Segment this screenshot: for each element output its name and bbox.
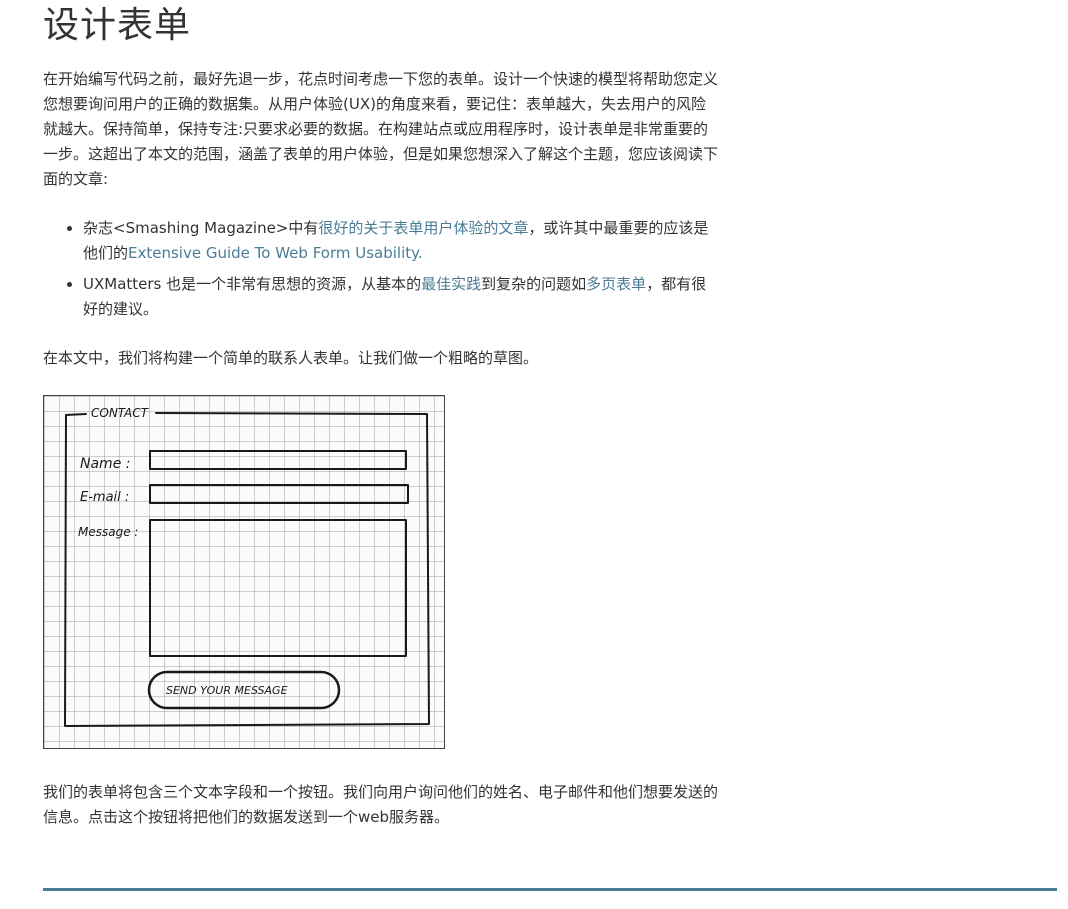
- sketch-email-label: E-mail :: [80, 490, 129, 505]
- ref-text-before: 杂志<Smashing Magazine>中有: [83, 219, 319, 237]
- sketch-name-label: Name :: [80, 456, 130, 472]
- ref-text-middle: 到复杂的问题如: [481, 275, 587, 293]
- list-item: 杂志<Smashing Magazine>中有很好的关于表单用户体验的文章，或许…: [67, 216, 718, 266]
- sketch-intro-paragraph: 在本文中，我们将构建一个简单的联系人表单。让我们做一个粗略的草图。: [43, 349, 539, 367]
- best-practices-link[interactable]: 最佳实践: [421, 275, 481, 293]
- form-usability-guide-link[interactable]: Extensive Guide To Web Form Usability.: [128, 244, 423, 262]
- ref-text-before: UXMatters 也是一个非常有思想的资源，从基本的: [83, 275, 422, 293]
- outro-paragraph: 我们的表单将包含三个文本字段和一个按钮。我们向用户询问他们的姓名、电子邮件和他们…: [43, 783, 719, 826]
- reference-list: 杂志<Smashing Magazine>中有很好的关于表单用户体验的文章，或许…: [43, 216, 718, 328]
- list-item: UXMatters 也是一个非常有思想的资源，从基本的最佳实践到复杂的问题如多页…: [67, 272, 718, 322]
- sketch-email-box: [149, 484, 409, 504]
- sketch-message-box: [149, 519, 407, 657]
- sketch-name-box: [149, 450, 407, 470]
- section-divider: [43, 888, 1057, 891]
- page-title: 设计表单: [43, 5, 192, 46]
- ux-articles-link[interactable]: 很好的关于表单用户体验的文章: [318, 219, 528, 237]
- sketch-legend: CONTACT: [91, 406, 150, 420]
- form-sketch-image: CONTACT Name : E-mail : Message : SEND Y…: [43, 395, 445, 749]
- intro-paragraph: 在开始编写代码之前，最好先退一步，花点时间考虑一下您的表单。设计一个快速的模型将…: [43, 70, 719, 188]
- multi-page-forms-link[interactable]: 多页表单: [586, 275, 646, 293]
- form-sketch-drawing: CONTACT Name : E-mail : Message : SEND Y…: [64, 406, 430, 727]
- sketch-message-label: Message :: [78, 525, 138, 539]
- sketch-button-label: SEND YOUR MESSAGE: [166, 684, 288, 697]
